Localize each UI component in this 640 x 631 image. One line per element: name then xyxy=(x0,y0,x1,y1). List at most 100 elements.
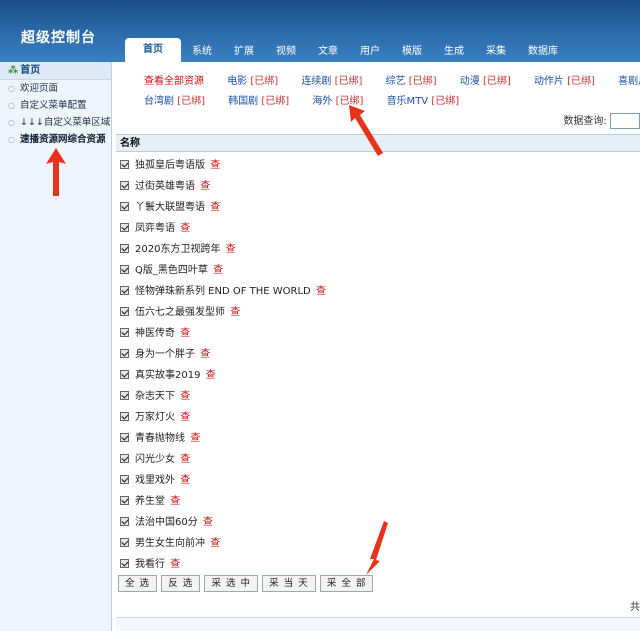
list-item: 凤弈粤语 查 xyxy=(120,218,640,239)
search-input[interactable] xyxy=(610,113,640,129)
filter-item[interactable]: 电影 [已绑] xyxy=(227,72,278,92)
collect-all-button[interactable]: 采 全 部 xyxy=(319,575,374,592)
invert-select-button[interactable]: 反 选 xyxy=(161,575,201,592)
view-link[interactable]: 查 xyxy=(206,370,216,381)
view-link[interactable]: 查 xyxy=(316,286,326,297)
tab-template[interactable]: 模版 xyxy=(391,42,433,62)
sidebar-item-resource[interactable]: ○ 速播资源网综合资源 xyxy=(0,131,111,148)
checkbox[interactable] xyxy=(120,517,129,526)
collect-selected-button[interactable]: 采 选 中 xyxy=(204,575,258,592)
list-item: 2020东方卫视跨年 查 xyxy=(120,239,640,260)
filter-item[interactable]: 动作片 [已绑] xyxy=(534,72,595,92)
checkbox[interactable] xyxy=(120,433,129,442)
list-item: 丫鬟大联盟粤语 查 xyxy=(120,197,640,218)
list-item: 杂志天下 查 xyxy=(120,386,640,407)
bullet-icon: ○ xyxy=(8,101,15,110)
view-link[interactable]: 查 xyxy=(200,181,210,192)
action-buttons: 全 选 反 选 采 选 中 采 当 天 采 全 部 xyxy=(118,575,374,592)
filter-item[interactable]: 连续剧 [已绑] xyxy=(301,72,362,92)
filter-row-1: 查看全部资源 电影 [已绑] 连续剧 [已绑] 综艺 [已绑] 动漫 [已绑] … xyxy=(144,72,640,92)
resource-list: 独孤皇后粤语版 查 过街英雄粤语 查 丫鬟大联盟粤语 查 凤弈粤语 查 2020… xyxy=(120,155,640,575)
filter-row-2: 台湾剧 [已绑] 韩国剧 [已绑] 海外 [已绑] 音乐MTV [已绑] xyxy=(144,92,640,112)
view-link[interactable]: 查 xyxy=(190,433,200,444)
view-link[interactable]: 查 xyxy=(180,454,190,465)
list-item: 神医传奇 查 xyxy=(120,323,640,344)
checkbox[interactable] xyxy=(120,391,129,400)
list-item: 闪光少女 查 xyxy=(120,449,640,470)
sidebar-item-welcome[interactable]: ○ 欢迎页面 xyxy=(0,80,111,97)
tab-user[interactable]: 用户 xyxy=(349,42,391,62)
annotation-arrow-icon xyxy=(349,105,383,156)
view-link[interactable]: 查 xyxy=(170,559,180,570)
view-link[interactable]: 查 xyxy=(230,307,240,318)
annotation-arrow-icon xyxy=(46,148,66,196)
view-link[interactable]: 查 xyxy=(210,538,220,549)
view-link[interactable]: 查 xyxy=(180,391,190,402)
list-item: 怪物弹珠新系列 END OF THE WORLD 查 xyxy=(120,281,640,302)
view-link[interactable]: 查 xyxy=(226,244,236,255)
view-link[interactable]: 查 xyxy=(203,517,213,528)
checkbox[interactable] xyxy=(120,265,129,274)
tab-generate[interactable]: 生成 xyxy=(433,42,475,62)
pagination-text: 共 xyxy=(630,602,640,613)
tab-collect[interactable]: 采集 xyxy=(475,42,517,62)
view-link[interactable]: 查 xyxy=(213,265,223,276)
footer-bar xyxy=(116,617,640,631)
checkbox[interactable] xyxy=(120,160,129,169)
checkbox[interactable] xyxy=(120,286,129,295)
filter-item[interactable]: 台湾剧 [已绑] xyxy=(144,92,205,112)
annotation-arrow-icon xyxy=(366,521,388,575)
collect-today-button[interactable]: 采 当 天 xyxy=(262,575,316,592)
view-link[interactable]: 查 xyxy=(210,202,220,213)
checkbox[interactable] xyxy=(120,559,129,568)
filter-item[interactable]: 韩国剧 [已绑] xyxy=(228,92,289,112)
filter-all[interactable]: 查看全部资源 xyxy=(144,72,204,92)
tab-system[interactable]: 系统 xyxy=(181,42,223,62)
view-link[interactable]: 查 xyxy=(210,160,220,171)
bullet-icon: ○ xyxy=(8,118,15,127)
app-logo: 超级控制台 xyxy=(21,30,96,46)
checkbox[interactable] xyxy=(120,412,129,421)
tab-article[interactable]: 文章 xyxy=(307,42,349,62)
sidebar-item-menu-config[interactable]: ○ 自定义菜单配置 xyxy=(0,97,111,114)
list-item: Q版_黑色四叶草 查 xyxy=(120,260,640,281)
filter-item[interactable]: 动漫 [已绑] xyxy=(460,72,511,92)
view-link[interactable]: 查 xyxy=(200,349,210,360)
view-link[interactable]: 查 xyxy=(170,496,180,507)
checkbox[interactable] xyxy=(120,496,129,505)
checkbox[interactable] xyxy=(120,454,129,463)
checkbox[interactable] xyxy=(120,370,129,379)
checkbox[interactable] xyxy=(120,223,129,232)
view-link[interactable]: 查 xyxy=(180,223,190,234)
checkbox[interactable] xyxy=(120,181,129,190)
tab-extend[interactable]: 扩展 xyxy=(223,42,265,62)
filter-item[interactable]: 喜剧片 xyxy=(618,72,640,92)
checkbox[interactable] xyxy=(120,328,129,337)
search-label: 数据查询: xyxy=(563,116,607,127)
filter-item[interactable]: 音乐MTV [已绑] xyxy=(387,92,460,112)
list-item: 独孤皇后粤语版 查 xyxy=(120,155,640,176)
sidebar-header: ⁂ 首页 xyxy=(0,62,111,80)
checkbox[interactable] xyxy=(120,244,129,253)
list-item: 万家灯火 查 xyxy=(120,407,640,428)
view-link[interactable]: 查 xyxy=(180,328,190,339)
checkbox[interactable] xyxy=(120,202,129,211)
filter-item[interactable]: 综艺 [已绑] xyxy=(386,72,437,92)
checkbox[interactable] xyxy=(120,538,129,547)
top-header: 超级控制台 首页 系统 扩展 视频 文章 用户 模版 生成 采集 数据库 xyxy=(0,0,640,62)
list-item: 戏里戏外 查 xyxy=(120,470,640,491)
list-item: 青春抛物线 查 xyxy=(120,428,640,449)
checkbox[interactable] xyxy=(120,349,129,358)
tab-home[interactable]: 首页 xyxy=(125,38,181,62)
checkbox[interactable] xyxy=(120,475,129,484)
sidebar-item-custom-area[interactable]: ○↓↓↓自定义菜单区域↓↓↓ xyxy=(0,114,111,131)
list-item: 身为一个胖子 查 xyxy=(120,344,640,365)
view-link[interactable]: 查 xyxy=(180,412,190,423)
list-item: 养生堂 查 xyxy=(120,491,640,512)
checkbox[interactable] xyxy=(120,307,129,316)
bullet-icon: ○ xyxy=(8,84,15,93)
tab-database[interactable]: 数据库 xyxy=(517,42,569,62)
tab-video[interactable]: 视频 xyxy=(265,42,307,62)
view-link[interactable]: 查 xyxy=(180,475,190,486)
select-all-button[interactable]: 全 选 xyxy=(118,575,158,592)
